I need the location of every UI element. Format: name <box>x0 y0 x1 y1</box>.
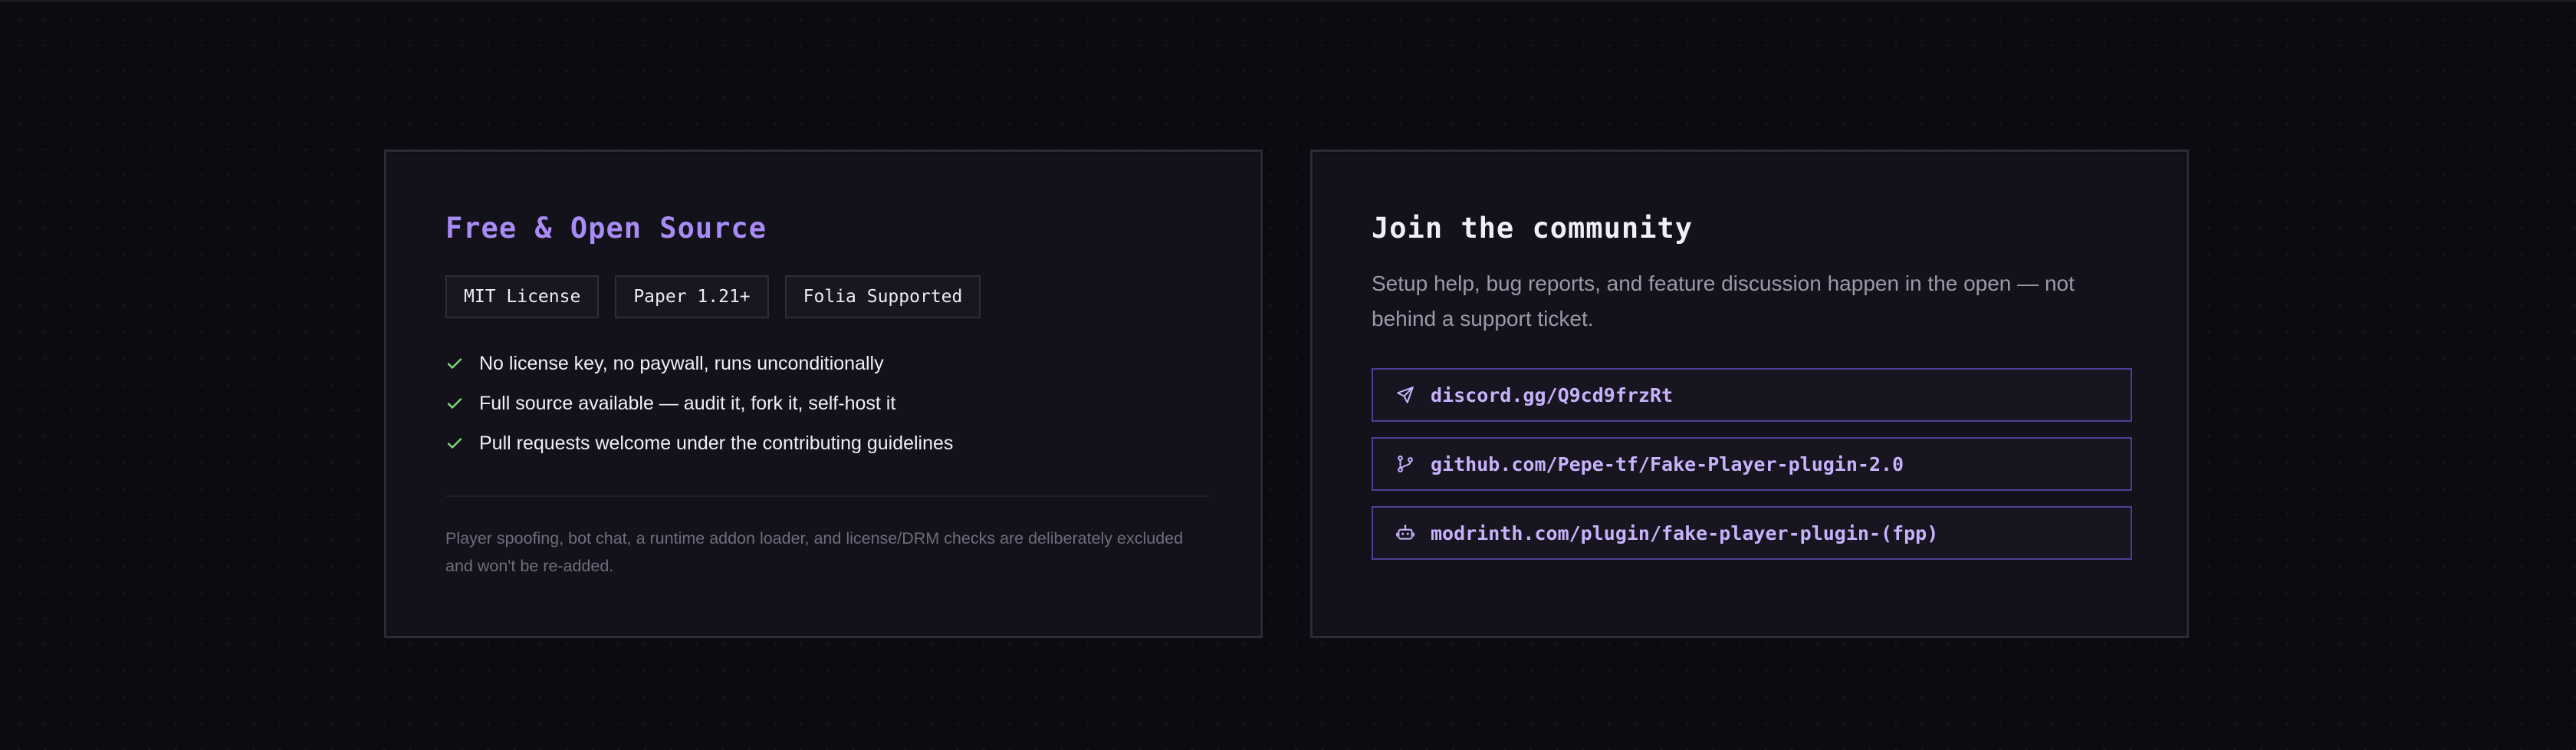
card-title: Free & Open Source <box>445 212 767 245</box>
send-icon <box>1395 385 1415 405</box>
community-links: discord.gg/Q9cd9frzRt github.com/Pepe-tf… <box>1372 368 2132 575</box>
link-label: modrinth.com/plugin/fake-player-plugin-(… <box>1431 521 1939 544</box>
modrinth-link[interactable]: modrinth.com/plugin/fake-player-plugin-(… <box>1372 506 2132 560</box>
feature-text: No license key, no paywall, runs uncondi… <box>479 352 884 374</box>
exclusions-note: Player spoofing, bot chat, a runtime add… <box>445 529 1184 575</box>
feature-item: Full source available — audit it, fork i… <box>445 383 953 423</box>
feature-item: No license key, no paywall, runs uncondi… <box>445 344 953 383</box>
github-link[interactable]: github.com/Pepe-tf/Fake-Player-plugin-2.… <box>1372 437 2132 491</box>
feature-text: Pull requests welcome under the contribu… <box>479 432 954 454</box>
feature-text: Full source available — audit it, fork i… <box>479 392 896 414</box>
feature-item: Pull requests welcome under the contribu… <box>445 423 953 463</box>
link-label: github.com/Pepe-tf/Fake-Player-plugin-2.… <box>1431 452 1904 475</box>
badge-paper-version: Paper 1.21+ <box>615 275 769 318</box>
open-source-card: Free & Open Source MIT License Paper 1.2… <box>384 150 1263 638</box>
card-title: Join the community <box>1372 212 1693 245</box>
git-branch-icon <box>1395 454 1415 474</box>
badge-row: MIT License Paper 1.21+ Folia Supported <box>445 275 981 318</box>
badge-folia: Folia Supported <box>784 275 981 318</box>
bot-icon <box>1395 523 1415 543</box>
check-icon <box>445 434 464 452</box>
feature-list: No license key, no paywall, runs uncondi… <box>445 344 953 463</box>
badge-license: MIT License <box>445 275 600 318</box>
divider <box>445 495 1209 497</box>
community-description: Setup help, bug reports, and feature dis… <box>1372 271 2075 331</box>
link-label: discord.gg/Q9cd9frzRt <box>1431 383 1674 406</box>
check-icon <box>445 354 464 373</box>
community-card: Join the community Setup help, bug repor… <box>1310 150 2189 638</box>
top-border <box>0 0 2576 2</box>
check-icon <box>445 394 464 413</box>
discord-link[interactable]: discord.gg/Q9cd9frzRt <box>1372 368 2132 422</box>
